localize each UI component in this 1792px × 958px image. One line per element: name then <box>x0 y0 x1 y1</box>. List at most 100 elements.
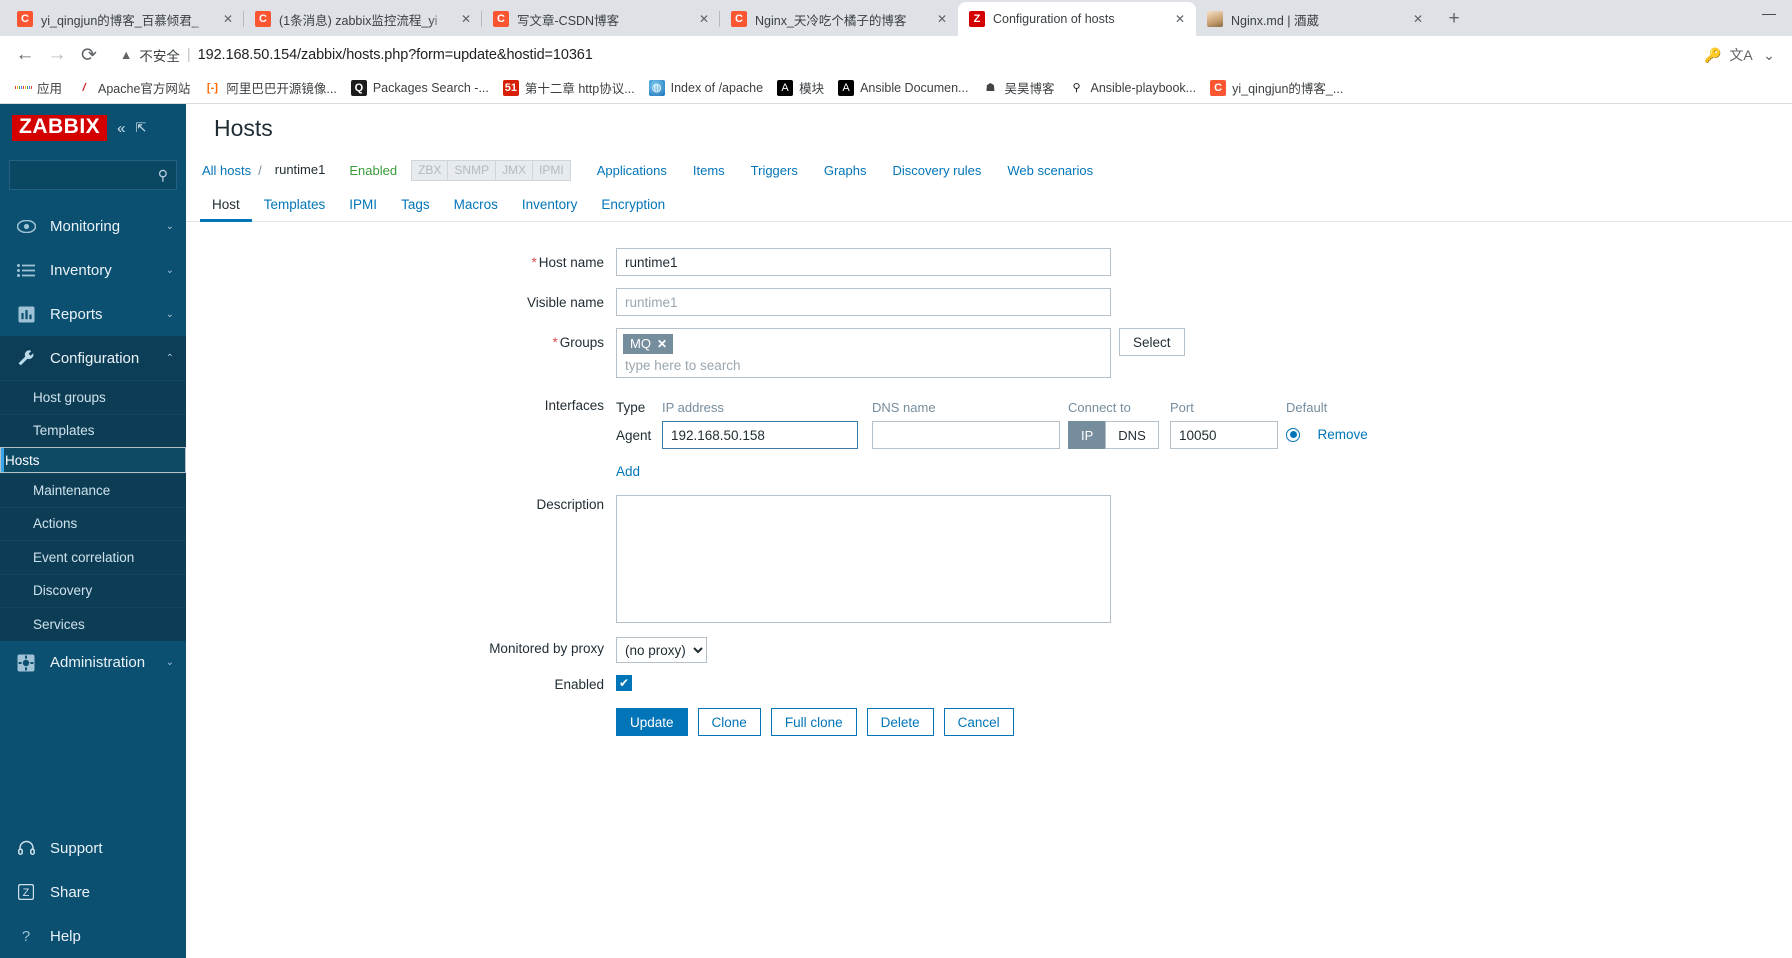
select-groups-button[interactable]: Select <box>1119 328 1185 356</box>
svg-text:Z: Z <box>23 887 30 899</box>
link-discovery-rules[interactable]: Discovery rules <box>893 163 982 178</box>
url-input[interactable]: ▲ 不安全 | 192.168.50.154/zabbix/hosts.php?… <box>106 41 1698 69</box>
sidebar-item-hosts[interactable]: Hosts <box>0 447 186 473</box>
back-icon[interactable]: ← <box>10 40 40 70</box>
sidebar-item-reports[interactable]: Reports ⌄ <box>0 292 186 336</box>
sidebar-item-actions[interactable]: Actions <box>0 506 186 540</box>
bookmark-item[interactable]: C yi_qingjun的博客_... <box>1203 75 1350 100</box>
collapse-sidebar-icon[interactable]: « <box>117 120 125 137</box>
tab-host[interactable]: Host <box>200 188 252 222</box>
tab-tags[interactable]: Tags <box>389 188 442 221</box>
link-web-scenarios[interactable]: Web scenarios <box>1007 163 1093 178</box>
minimize-icon[interactable]: — <box>1754 2 1784 24</box>
bookmark-item[interactable]: 51 第十二章 http协议... <box>496 75 642 100</box>
sidebar-item-monitoring[interactable]: Monitoring ⌄ <box>0 204 186 248</box>
monitored-by-proxy-select[interactable]: (no proxy) <box>616 637 707 663</box>
sidebar-search-input[interactable]: ⚲ <box>9 160 177 190</box>
bookmark-item[interactable]: Q Packages Search -... <box>344 77 496 99</box>
tab-ipmi[interactable]: IPMI <box>337 188 389 221</box>
breadcrumb-all-hosts[interactable]: All hosts <box>200 163 253 178</box>
ip-address-input[interactable] <box>662 421 858 449</box>
browser-tab[interactable]: C 写文章-CSDN博客 ✕ <box>481 2 720 36</box>
enabled-checkbox[interactable]: ✔ <box>616 675 632 691</box>
browser-tab[interactable]: C yi_qingjun的博客_百慕倾君_ ✕ <box>6 2 244 36</box>
add-interface-link[interactable]: Add <box>616 464 640 479</box>
bookmark-item[interactable]: A Ansible Documen... <box>831 77 975 99</box>
tab-macros[interactable]: Macros <box>442 188 510 221</box>
key-icon[interactable]: 🔑 <box>1700 42 1726 68</box>
close-icon[interactable]: ✕ <box>458 11 474 27</box>
forward-icon[interactable]: → <box>42 40 72 70</box>
bookmark-item[interactable]: / Apache官方网站 <box>69 75 197 100</box>
clone-button[interactable]: Clone <box>697 708 761 736</box>
groups-multiselect[interactable]: MQ ✕ type here to search <box>616 328 1111 378</box>
group-chip[interactable]: MQ ✕ <box>623 334 674 354</box>
chevron-down-icon[interactable]: ⌄ <box>1756 42 1782 68</box>
sidebar-item-inventory[interactable]: Inventory ⌄ <box>0 248 186 292</box>
tab-templates[interactable]: Templates <box>252 188 338 221</box>
new-tab-button[interactable]: + <box>1440 5 1468 33</box>
sidebar-item-services[interactable]: Services <box>0 607 186 641</box>
close-icon[interactable]: ✕ <box>1172 11 1188 27</box>
browser-tab[interactable]: C (1条消息) zabbix监控流程_yi ✕ <box>243 2 482 36</box>
link-items[interactable]: Items <box>693 163 725 178</box>
dns-name-input[interactable] <box>872 421 1060 449</box>
link-triggers[interactable]: Triggers <box>751 163 798 178</box>
update-button[interactable]: Update <box>616 708 688 736</box>
sidebar-item-maintenance[interactable]: Maintenance <box>0 473 186 507</box>
label-text: Monitored by proxy <box>489 641 604 656</box>
browser-tab-active[interactable]: Z Configuration of hosts ✕ <box>958 2 1196 36</box>
browser-tab[interactable]: C Nginx_天冷吃个橘子的博客 ✕ <box>719 2 958 36</box>
remove-interface-link[interactable]: Remove <box>1317 427 1367 442</box>
bookmark-item[interactable]: A 模块 <box>770 75 831 100</box>
sidebar-item-host-groups[interactable]: Host groups <box>0 380 186 414</box>
browser-tab[interactable]: Nginx.md | 酒葳 ✕ <box>1196 2 1434 36</box>
tab-label: Templates <box>263 197 326 212</box>
connect-to-ip-button[interactable]: IP <box>1068 421 1106 449</box>
expand-sidebar-icon[interactable]: ⇱ <box>136 120 147 136</box>
status-badge[interactable]: Enabled <box>349 163 397 178</box>
sidebar-item-event-correlation[interactable]: Event correlation <box>0 540 186 574</box>
breadcrumb-current-host[interactable]: runtime1 <box>266 158 334 182</box>
description-textarea[interactable] <box>616 495 1111 623</box>
cancel-button[interactable]: Cancel <box>943 708 1014 736</box>
tab-label: IPMI <box>349 197 378 212</box>
groups-search-input[interactable]: type here to search <box>623 354 1104 373</box>
bookmark-apps[interactable]: 应用 <box>8 75 69 100</box>
translate-icon[interactable]: 文A <box>1728 42 1754 68</box>
breadcrumb-separator: / <box>258 162 262 178</box>
zabbix-logo[interactable]: ZABBIX <box>12 115 108 141</box>
host-name-input[interactable] <box>616 248 1111 276</box>
close-icon[interactable]: ✕ <box>220 11 236 27</box>
link-applications[interactable]: Applications <box>597 163 667 178</box>
sidebar-item-support[interactable]: Support <box>0 826 186 870</box>
tab-encryption[interactable]: Encryption <box>589 188 677 221</box>
bookmark-item[interactable]: ☗ 吴昊博客 <box>975 75 1061 100</box>
bookmark-item[interactable]: ◍ Index of /apache <box>642 77 770 99</box>
tab-label: Host <box>212 197 240 212</box>
sidebar-item-configuration[interactable]: Configuration ⌃ <box>0 336 186 380</box>
port-input[interactable] <box>1170 421 1278 449</box>
default-interface-radio[interactable] <box>1286 427 1300 442</box>
delete-button[interactable]: Delete <box>866 708 934 736</box>
reload-icon[interactable]: ⟳ <box>74 40 104 70</box>
close-icon[interactable]: ✕ <box>1410 11 1426 27</box>
bookmark-item[interactable]: [-] 阿里巴巴开源镜像... <box>197 75 343 100</box>
close-icon[interactable]: ✕ <box>696 11 712 27</box>
blog-icon: ☗ <box>985 82 996 94</box>
field-label-spacer <box>186 708 616 715</box>
close-icon[interactable]: ✕ <box>934 11 950 27</box>
link-graphs[interactable]: Graphs <box>824 163 867 178</box>
sidebar-item-help[interactable]: ? Help <box>0 914 186 958</box>
full-clone-button[interactable]: Full clone <box>770 708 857 736</box>
tab-inventory[interactable]: Inventory <box>510 188 590 221</box>
close-icon[interactable]: ✕ <box>657 337 667 351</box>
sidebar-item-administration[interactable]: Administration ⌄ <box>0 641 186 685</box>
sidebar-item-share[interactable]: Z Share <box>0 870 186 914</box>
sidebar-item-discovery[interactable]: Discovery <box>0 573 186 607</box>
visible-name-input[interactable] <box>616 288 1111 316</box>
sidebar-item-templates[interactable]: Templates <box>0 413 186 447</box>
security-label[interactable]: 不安全 <box>139 45 180 65</box>
bookmark-item[interactable]: ⚲ Ansible-playbook... <box>1061 77 1203 99</box>
connect-to-dns-button[interactable]: DNS <box>1105 421 1159 449</box>
